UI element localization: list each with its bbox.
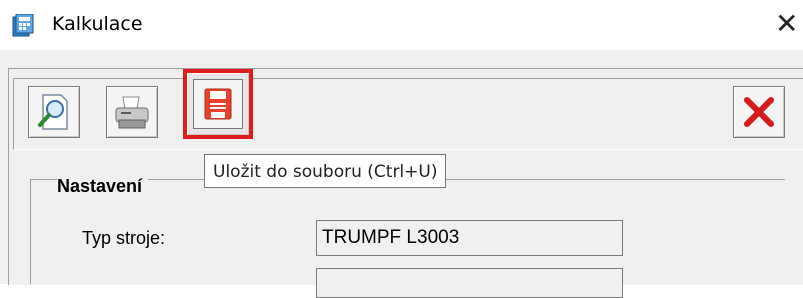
machine-type-field[interactable]: TRUMPF L3003	[316, 220, 623, 256]
settings-group-border-left	[30, 179, 31, 284]
close-button[interactable]	[733, 86, 785, 138]
settings-group-label: Nastavení	[57, 176, 149, 197]
calculator-app-icon	[12, 14, 34, 37]
window-close-button[interactable]: ✕	[775, 10, 798, 38]
save-button-face	[193, 79, 243, 129]
print-button[interactable]	[106, 86, 158, 138]
magnifier-page-icon	[38, 94, 68, 130]
printer-icon	[115, 96, 149, 129]
red-x-icon	[744, 97, 774, 127]
window-title: Kalkulace	[52, 13, 143, 35]
save-tooltip: Uložit do souboru (Ctrl+U)	[204, 154, 447, 188]
machine-type-label: Typ stroje:	[82, 228, 166, 248]
second-field[interactable]	[316, 268, 623, 298]
title-bar: Kalkulace ✕	[0, 0, 803, 50]
floppy-disk-icon	[204, 88, 232, 120]
preview-button[interactable]	[28, 86, 80, 138]
save-button[interactable]	[183, 69, 253, 139]
